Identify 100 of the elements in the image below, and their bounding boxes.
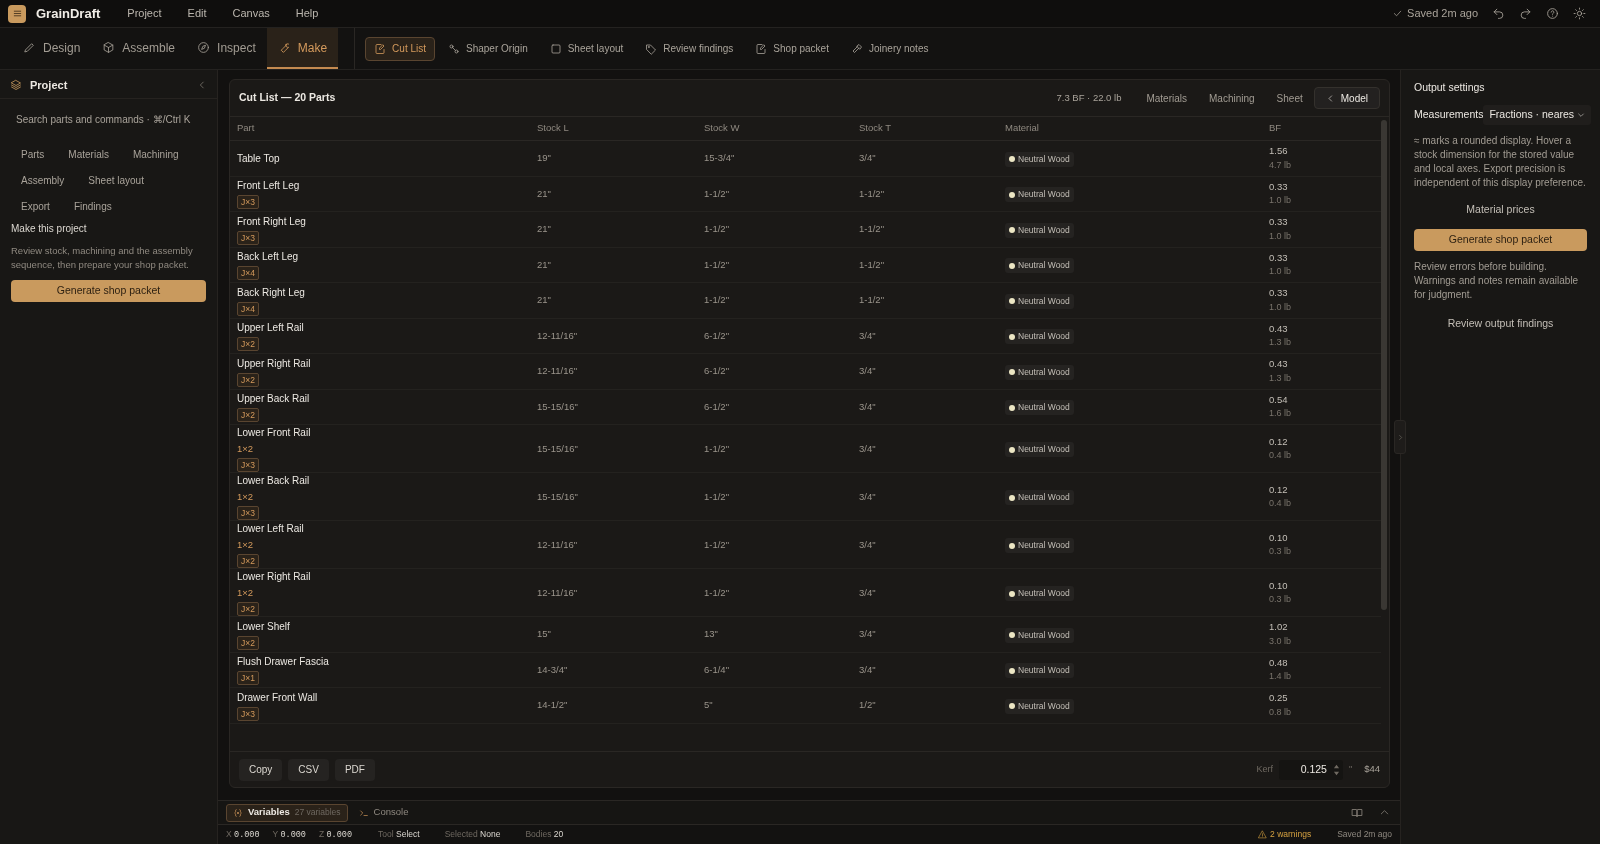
- scrollbar[interactable]: [1381, 120, 1387, 610]
- dimension-cell-text: 12-11/16": [537, 364, 579, 379]
- help-icon[interactable]: [1546, 7, 1559, 20]
- undo-icon[interactable]: [1492, 7, 1505, 20]
- mode-tab[interactable]: Inspect: [186, 28, 267, 69]
- column-header: Stock W: [704, 121, 741, 136]
- chevron-right-icon: [1396, 433, 1404, 441]
- dimension-cell-text: 5": [704, 698, 714, 713]
- warning-icon: [1258, 830, 1268, 839]
- menu-item[interactable]: Canvas: [229, 5, 273, 22]
- chevron-left-icon: [1325, 93, 1335, 103]
- view-tab[interactable]: Sheet layout: [540, 36, 633, 61]
- kerf-label: Kerf: [1256, 762, 1273, 776]
- joint-count-badge: J×3: [237, 195, 259, 210]
- view-tab[interactable]: Joinery notes: [841, 36, 938, 61]
- material-badge: Neutral Wood: [1005, 187, 1074, 203]
- part-name: Flush Drawer Fascia: [237, 655, 329, 670]
- review-findings-link[interactable]: Review output findings: [1447, 315, 1554, 332]
- export-button[interactable]: CSV: [288, 758, 329, 781]
- menu-item[interactable]: Help: [292, 5, 322, 22]
- panel-tab[interactable]: Variables 27 variables: [226, 803, 348, 822]
- view-tab[interactable]: Shop packet: [746, 36, 838, 61]
- panel-tab[interactable]: Console: [351, 803, 416, 822]
- dimension-cell-text: 21": [537, 257, 552, 272]
- export-button[interactable]: PDF: [334, 758, 375, 781]
- sun-icon[interactable]: [1573, 7, 1586, 20]
- measurements-dropdown[interactable]: Fractions · neares: [1483, 104, 1592, 125]
- joint-count-badge: J×4: [237, 266, 259, 281]
- joint-count-badge: J×1: [237, 671, 259, 686]
- kerf-unit: ": [1348, 762, 1353, 776]
- dimension-cell-text: 6-1/4": [704, 662, 731, 677]
- generate-shop-packet-button[interactable]: Generate shop packet: [11, 280, 206, 302]
- dimension-cell-text: 21": [537, 222, 552, 237]
- view-tab[interactable]: Shaper Origin: [439, 36, 537, 61]
- board-feet: 0.33: [1269, 286, 1289, 301]
- dimension-cell-text: 15": [537, 627, 552, 642]
- expand-panel-handle[interactable]: [1394, 420, 1406, 454]
- view-button[interactable]: Machining: [1198, 87, 1266, 109]
- status-field: Bodies 20: [525, 828, 564, 841]
- mode-tab[interactable]: Make: [266, 28, 339, 69]
- sidebar-link[interactable]: Materials: [59, 143, 118, 165]
- search-field[interactable]: Search parts and commands · ⌘/Ctrl K: [10, 107, 207, 131]
- dimension-cell-text: 14-3/4": [537, 662, 569, 677]
- weight-text: 1.4 lb: [1269, 670, 1293, 684]
- view-button[interactable]: Model: [1313, 87, 1380, 109]
- tag-icon: [645, 42, 658, 55]
- material-badge: Neutral Wood: [1005, 151, 1074, 167]
- warnings-indicator[interactable]: 2 warnings: [1258, 828, 1312, 841]
- rounding-note: ≈ marks a rounded display. Hover a stock dimension for the stored value and local axes. Export precision is independent of this display preference.: [1414, 133, 1587, 190]
- dimension-cell-text: 15-15/16": [537, 441, 579, 456]
- book-icon[interactable]: [1351, 806, 1363, 819]
- mode-tab[interactable]: Design: [12, 28, 92, 69]
- dimension-cell-text: 15-15/16": [537, 489, 579, 504]
- sidebar-link[interactable]: Sheet layout: [79, 169, 153, 191]
- joint-count-badge: J×2: [237, 602, 259, 617]
- sidebar-link[interactable]: Parts: [12, 143, 54, 165]
- nominal-size: 1×2: [237, 442, 254, 456]
- joint-count-badge: J×4: [237, 301, 259, 316]
- joint-count-badge: J×2: [237, 554, 259, 569]
- view-button[interactable]: Sheet: [1265, 87, 1314, 109]
- export-button[interactable]: Copy: [239, 758, 283, 781]
- chevron-up-icon[interactable]: [1379, 807, 1390, 818]
- part-name: Lower Back Rail: [237, 474, 310, 488]
- collapse-icon[interactable]: [197, 80, 207, 90]
- weight-text: 1.0 lb: [1269, 194, 1293, 208]
- joint-count-badge: J×2: [237, 635, 259, 650]
- dimension-cell-text: 3/4": [859, 364, 877, 379]
- weight-text: 1.0 lb: [1269, 265, 1293, 279]
- material-badge: Neutral Wood: [1005, 442, 1074, 458]
- material-badge: Neutral Wood: [1005, 400, 1074, 416]
- menu-item[interactable]: Edit: [184, 5, 210, 22]
- mode-tab[interactable]: Assemble: [91, 28, 187, 69]
- dimension-cell-text: 12-11/16": [537, 328, 579, 343]
- sidebar-link[interactable]: Assembly: [12, 169, 74, 191]
- spinner-icon[interactable]: [1332, 763, 1340, 776]
- dimension-cell-text: 1-1/2": [704, 293, 731, 308]
- sidebar-link[interactable]: Findings: [64, 195, 121, 217]
- review-note: Review errors before building. Warnings and notes remain available for judgment.: [1414, 259, 1580, 302]
- part-name: Upper Right Rail: [237, 356, 311, 371]
- dimension-cell-text: 1-1/2": [704, 186, 731, 201]
- view-button[interactable]: Materials: [1135, 87, 1198, 109]
- dimension-cell-text: 1-1/2": [704, 585, 731, 600]
- nominal-size: 1×2: [237, 490, 254, 504]
- kerf-field[interactable]: 0.125: [1278, 759, 1343, 780]
- material-prices-link[interactable]: Material prices: [1466, 201, 1535, 218]
- sidebar-link[interactable]: Export: [12, 195, 59, 217]
- redo-icon[interactable]: [1519, 7, 1532, 20]
- view-tab[interactable]: Review findings: [636, 36, 743, 61]
- weight-text: 1.3 lb: [1269, 336, 1293, 350]
- braces-icon: [233, 807, 243, 818]
- sidebar-link[interactable]: Machining: [123, 143, 188, 165]
- dimension-cell-text: 15-15/16": [537, 399, 579, 414]
- board-feet: 0.10: [1269, 530, 1289, 545]
- material-badge: Neutral Wood: [1005, 364, 1074, 380]
- dimension-cell-text: 3/4": [859, 627, 877, 642]
- generate-shop-packet-button[interactable]: Generate shop packet: [1414, 228, 1587, 251]
- weight-text: 0.8 lb: [1269, 705, 1293, 719]
- menu-item[interactable]: Project: [124, 5, 165, 22]
- view-tab[interactable]: Cut List: [365, 36, 435, 61]
- nodes-icon: [448, 42, 460, 55]
